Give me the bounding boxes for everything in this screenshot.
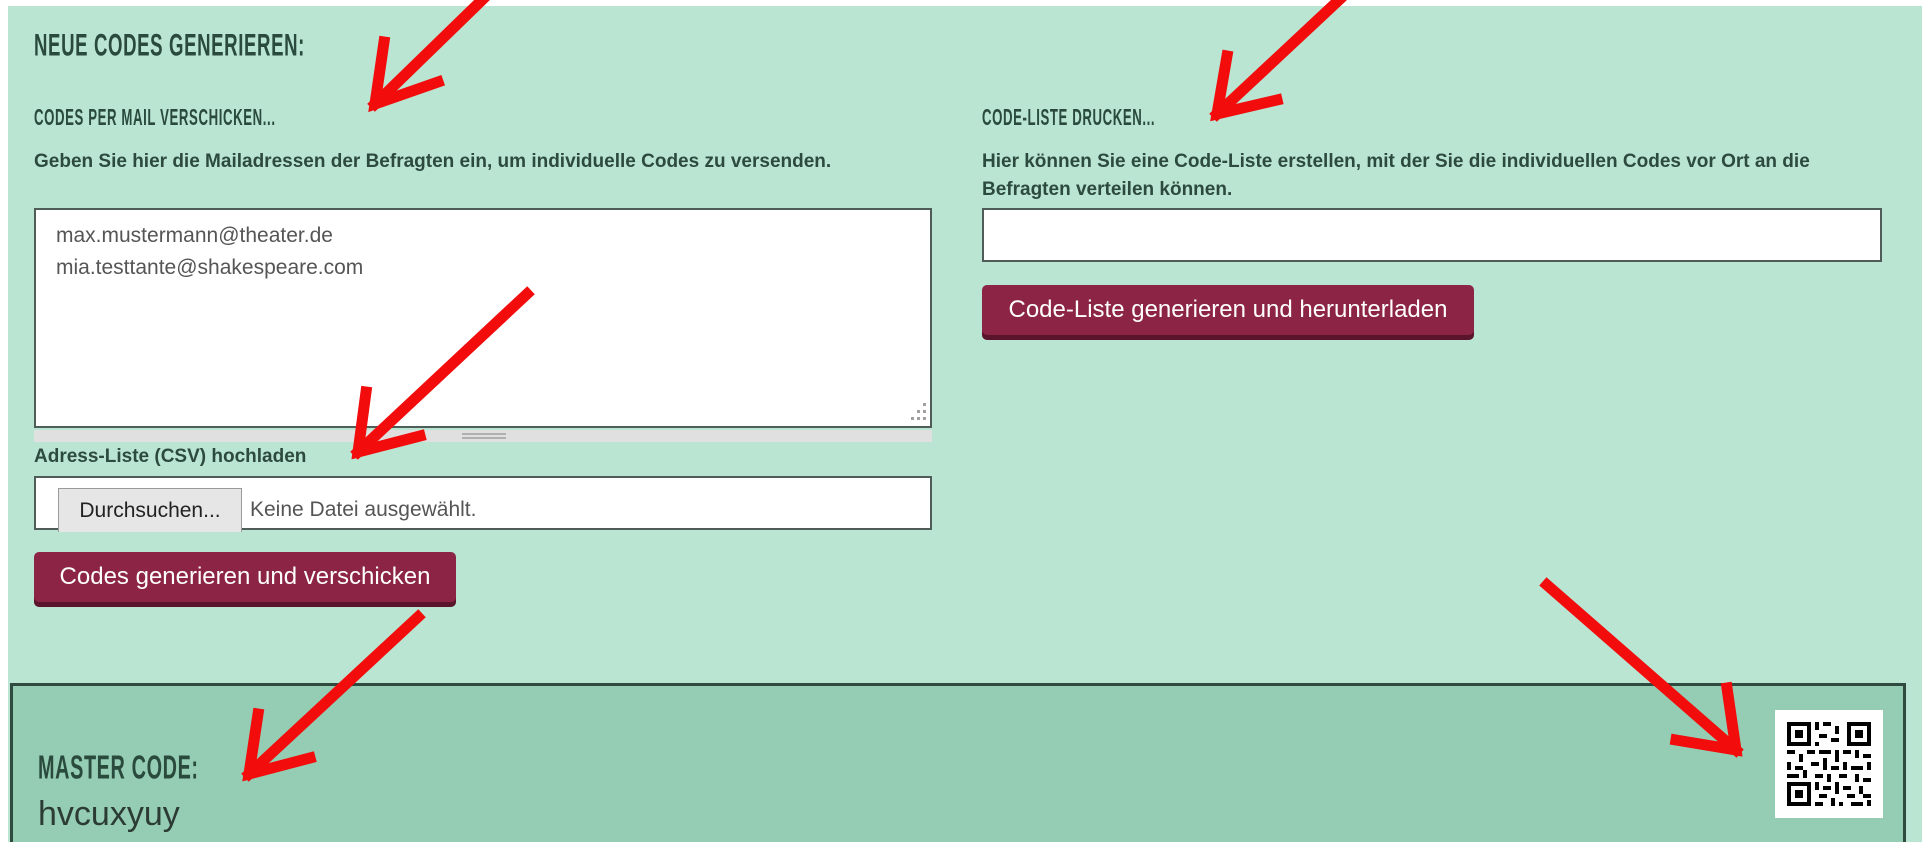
grip-icon: [462, 433, 506, 439]
mail-description: Geben Sie hier die Mailadressen der Befr…: [34, 151, 832, 172]
print-description: Hier können Sie eine Code-Liste erstelle…: [982, 151, 1810, 200]
resize-handle-icon[interactable]: [905, 401, 927, 423]
generate-and-send-button[interactable]: Codes generieren und verschicken: [34, 552, 456, 602]
master-code-title: MASTER CODE:: [38, 748, 199, 786]
mail-section-title: CODES PER MAIL VERSCHICKEN...: [34, 104, 276, 131]
qr-code-icon: [1775, 710, 1883, 818]
email-addresses-textarea[interactable]: max.mustermann@theater.de mia.testtante@…: [34, 208, 932, 428]
csv-file-input[interactable]: Durchsuchen... Keine Datei ausgewählt.: [34, 476, 932, 532]
code-count-input[interactable]: [982, 208, 1882, 262]
print-section-title: CODE-LISTE DRUCKEN...: [982, 104, 1156, 131]
email-address-line: mia.testtante@shakespeare.com: [56, 256, 364, 279]
file-status-text: Keine Datei ausgewählt.: [250, 498, 477, 521]
page-title: NEUE CODES GENERIEREN:: [34, 28, 305, 63]
master-code-value: hvcuxyuy: [38, 795, 180, 833]
generate-and-download-button[interactable]: Code-Liste generieren und herunterladen: [982, 285, 1474, 335]
browse-button[interactable]: Durchsuchen...: [58, 488, 242, 532]
csv-upload-label: Adress-Liste (CSV) hochladen: [34, 446, 307, 467]
textarea-resize-bar[interactable]: [34, 430, 932, 442]
master-code-panel: [10, 683, 1906, 842]
email-address-line: max.mustermann@theater.de: [56, 224, 333, 247]
